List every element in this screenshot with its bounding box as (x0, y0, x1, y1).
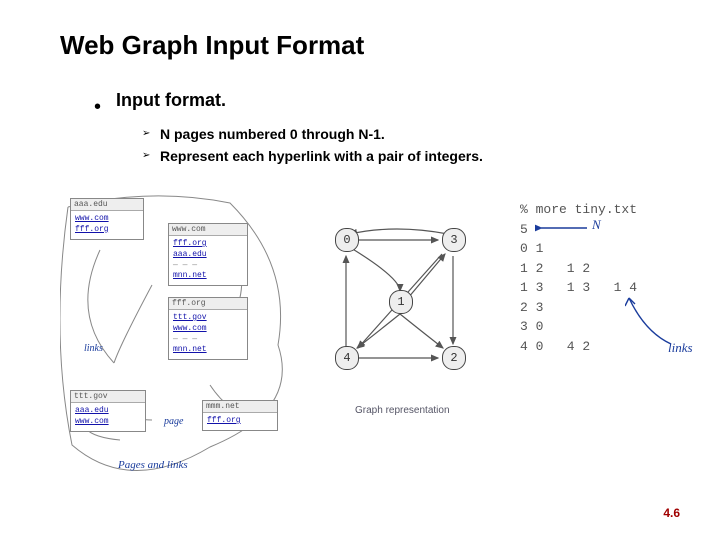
graph-node: 2 (442, 346, 466, 370)
file-line: 2 3 (520, 300, 543, 315)
graph-node: 4 (335, 346, 359, 370)
file-line: 0 1 (520, 241, 543, 256)
hyperlink: www.com (75, 214, 109, 223)
slide-title: Web Graph Input Format (60, 30, 364, 61)
figure-caption: Pages and links (118, 459, 188, 471)
file-line: 5 (520, 222, 528, 237)
bullet-2: Represent each hyperlink with a pair of … (160, 148, 483, 164)
command-line: % more tiny.txt (520, 202, 637, 217)
file-line: 3 0 (520, 319, 543, 334)
sub-bullet-mark: ➢ (142, 150, 150, 161)
sub-bullet-mark: ➢ (142, 128, 150, 139)
hyperlink: aaa.edu (173, 250, 207, 259)
links-annotation: links (84, 343, 103, 354)
browser-url: fff.org (169, 298, 247, 310)
browser-url: ttt.gov (71, 391, 145, 403)
file-line: 1 3 1 3 1 4 (520, 280, 637, 295)
figure-pages-and-links: aaa.edu www.com fff.org www.com fff.org … (60, 195, 290, 475)
page-number: 4.6 (663, 506, 680, 520)
browser-url: www.com (169, 224, 247, 236)
graph-node: 1 (389, 290, 413, 314)
hyperlink: ttt.gov (173, 313, 207, 322)
browser-url: mmm.net (203, 401, 277, 413)
subtitle: Input format. (116, 90, 226, 111)
page-annotation: page (164, 416, 183, 427)
hyperlink: aaa.edu (75, 406, 109, 415)
graph-node: 3 (442, 228, 466, 252)
hyperlink: fff.org (207, 416, 241, 425)
hyperlink: www.com (173, 324, 207, 333)
hyperlink: www.com (75, 417, 109, 426)
annotation-links: links (668, 340, 693, 356)
bullet-dot: • (94, 96, 101, 119)
bullet-1: N pages numbered 0 through N-1. (160, 126, 385, 142)
hyperlink: fff.org (173, 239, 207, 248)
file-line: 4 0 4 2 (520, 339, 590, 354)
browser-url: aaa.edu (71, 199, 143, 211)
hyperlink: fff.org (75, 225, 109, 234)
hyperlink: mnn.net (173, 271, 207, 280)
figure-caption: Graph representation (355, 405, 450, 416)
graph-node: 0 (335, 228, 359, 252)
file-line: 1 2 1 2 (520, 261, 590, 276)
hyperlink: mnn.net (173, 345, 207, 354)
annotation-n: N (592, 217, 601, 233)
figure-graph: 0 3 1 4 2 (310, 218, 490, 398)
